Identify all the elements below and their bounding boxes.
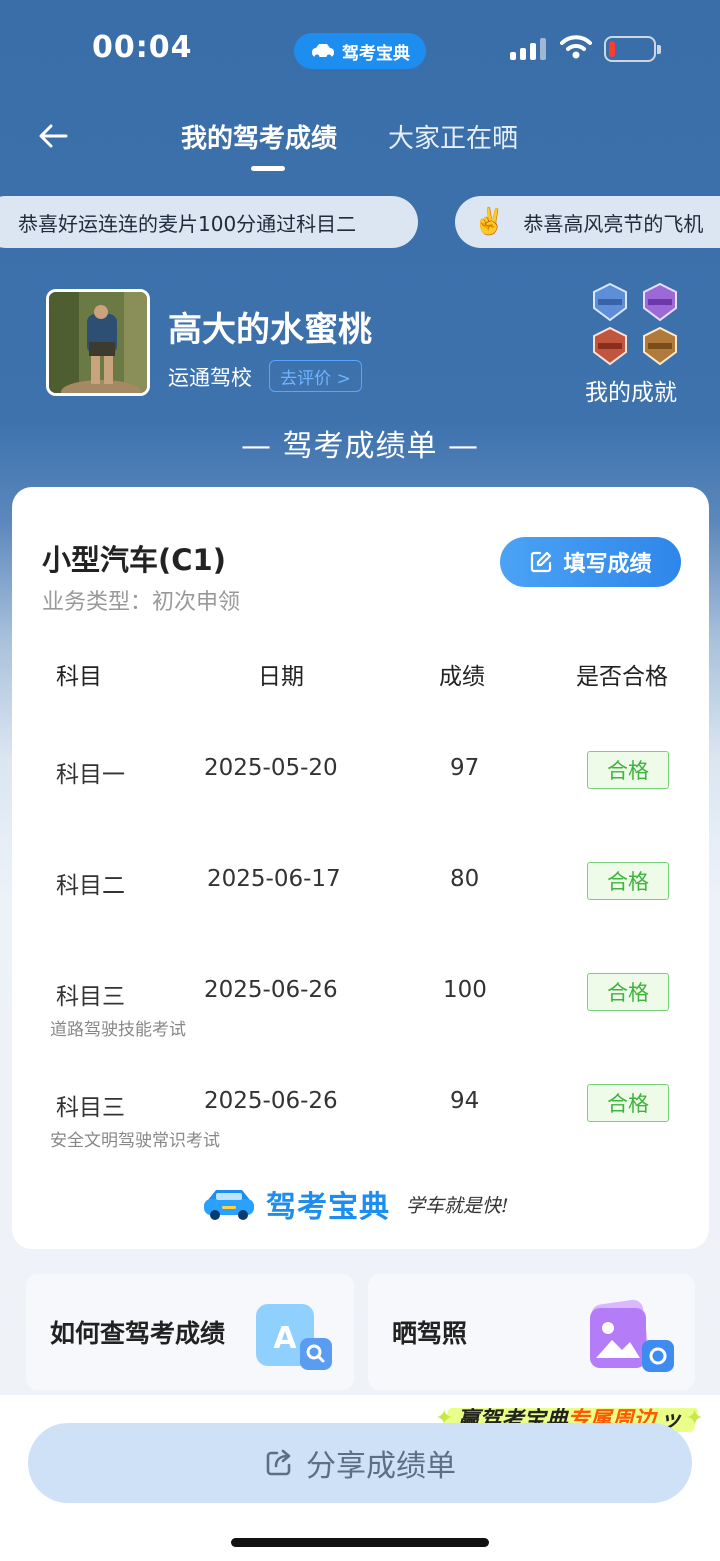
row-subject: 科目一 xyxy=(56,762,125,788)
badge-icon xyxy=(593,282,627,322)
share-score-button[interactable]: 分享成绩单 xyxy=(28,1423,692,1503)
pass-badge: 合格 xyxy=(587,973,669,1011)
brand-name: 驾考宝典 xyxy=(266,1190,390,1225)
row-score: 100 xyxy=(443,977,487,1003)
row-score: 97 xyxy=(450,755,480,781)
car-logo-icon xyxy=(204,1190,254,1220)
pass-badge: 合格 xyxy=(587,751,669,789)
back-arrow-icon[interactable] xyxy=(36,118,72,154)
brand-footer: 驾考宝典 学车就是快! xyxy=(202,1182,509,1226)
header-subject: 科目 xyxy=(56,664,102,690)
wifi-icon xyxy=(560,35,592,59)
pass-badge: 合格 xyxy=(587,1084,669,1122)
table-row: 科目一 2025-05-20 97 合格 xyxy=(12,751,709,841)
badge-icon xyxy=(643,282,677,322)
active-tab-indicator xyxy=(251,166,285,171)
row-note: 道路驾驶技能考试 xyxy=(50,1020,186,1040)
avatar-photo xyxy=(49,292,147,393)
avatar[interactable] xyxy=(46,289,150,396)
edit-icon xyxy=(531,551,552,573)
row-date: 2025-06-26 xyxy=(204,1088,338,1114)
brand-slogan: 学车就是快! xyxy=(406,1194,509,1217)
status-time: 00:04 xyxy=(92,30,193,65)
score-card: 小型汽车(C1) 业务类型：初次申领 填写成绩 科目 日期 成绩 是否合格 科目… xyxy=(12,487,709,1249)
vehicle-type: 小型汽车(C1) xyxy=(42,543,226,577)
battery-icon xyxy=(604,36,661,62)
app-pill-label: 驾考宝典 xyxy=(342,43,410,64)
review-button[interactable]: 去评价 > xyxy=(269,360,362,392)
ticker-item: 恭喜好运连连的麦片100分通过科目二 xyxy=(0,196,418,248)
share-score-label: 分享成绩单 xyxy=(306,1449,456,1484)
fill-score-button[interactable]: 填写成绩 xyxy=(500,537,681,587)
badge-icon xyxy=(593,326,627,366)
row-score: 80 xyxy=(450,866,480,892)
app-indicator-pill[interactable]: 驾考宝典 xyxy=(294,33,426,69)
achievement-badges[interactable] xyxy=(590,282,686,366)
row-score: 94 xyxy=(450,1088,480,1114)
sheet-title: — 驾考成绩单 — xyxy=(240,429,480,464)
signal-icon xyxy=(510,38,546,60)
share-license-card[interactable]: 晒驾照 xyxy=(368,1274,695,1390)
pass-badge: 合格 xyxy=(587,862,669,900)
ticker-item: ✌️ 恭喜高风亮节的飞机 xyxy=(455,196,720,248)
row-subject: 科目二 xyxy=(56,873,125,899)
table-row: 科目三 2025-06-26 94 合格 安全文明驾驶常识考试 xyxy=(12,1084,709,1174)
row-subject: 科目三 xyxy=(56,984,125,1010)
row-date: 2025-06-17 xyxy=(207,866,341,892)
how-to-check-label: 如何查驾考成绩 xyxy=(50,1319,226,1348)
header-score: 成绩 xyxy=(439,664,485,690)
table-row: 科目二 2025-06-17 80 合格 xyxy=(12,862,709,952)
row-date: 2025-05-20 xyxy=(204,755,338,781)
header-pass: 是否合格 xyxy=(576,664,668,690)
status-bar: 00:04 驾考宝典 xyxy=(0,0,720,100)
ticker-text: 恭喜高风亮节的飞机 xyxy=(523,211,704,236)
row-subject: 科目三 xyxy=(56,1095,125,1121)
badge-icon xyxy=(643,326,677,366)
car-icon xyxy=(312,44,334,60)
header-date: 日期 xyxy=(258,664,304,690)
row-date: 2025-06-26 xyxy=(204,977,338,1003)
table-row: 科目三 2025-06-26 100 合格 道路驾驶技能考试 xyxy=(12,973,709,1063)
ticker-text: 恭喜好运连连的麦片100分通过科目二 xyxy=(18,211,357,236)
row-note: 安全文明驾驶常识考试 xyxy=(50,1131,220,1151)
home-indicator[interactable] xyxy=(231,1538,489,1547)
fill-score-label: 填写成绩 xyxy=(563,552,652,577)
tab-everyone-sharing[interactable]: 大家正在晒 xyxy=(388,118,518,155)
photo-camera-icon xyxy=(590,1300,674,1372)
sparkle-icon: ✦ xyxy=(685,1405,704,1431)
achievements-label[interactable]: 我的成就 xyxy=(585,373,677,407)
driving-school: 运通驾校 xyxy=(168,366,252,390)
share-license-label: 晒驾照 xyxy=(392,1319,468,1348)
how-to-check-scores-card[interactable]: 如何查驾考成绩 A xyxy=(26,1274,354,1390)
share-icon xyxy=(266,1449,291,1476)
business-type: 业务类型：初次申领 xyxy=(42,590,241,615)
tab-my-scores[interactable]: 我的驾考成绩 xyxy=(181,118,337,155)
victory-hand-icon: ✌️ xyxy=(473,207,506,237)
username: 高大的水蜜桃 xyxy=(168,310,372,350)
svg-text:A: A xyxy=(273,1321,297,1356)
search-document-icon: A xyxy=(256,1304,332,1370)
